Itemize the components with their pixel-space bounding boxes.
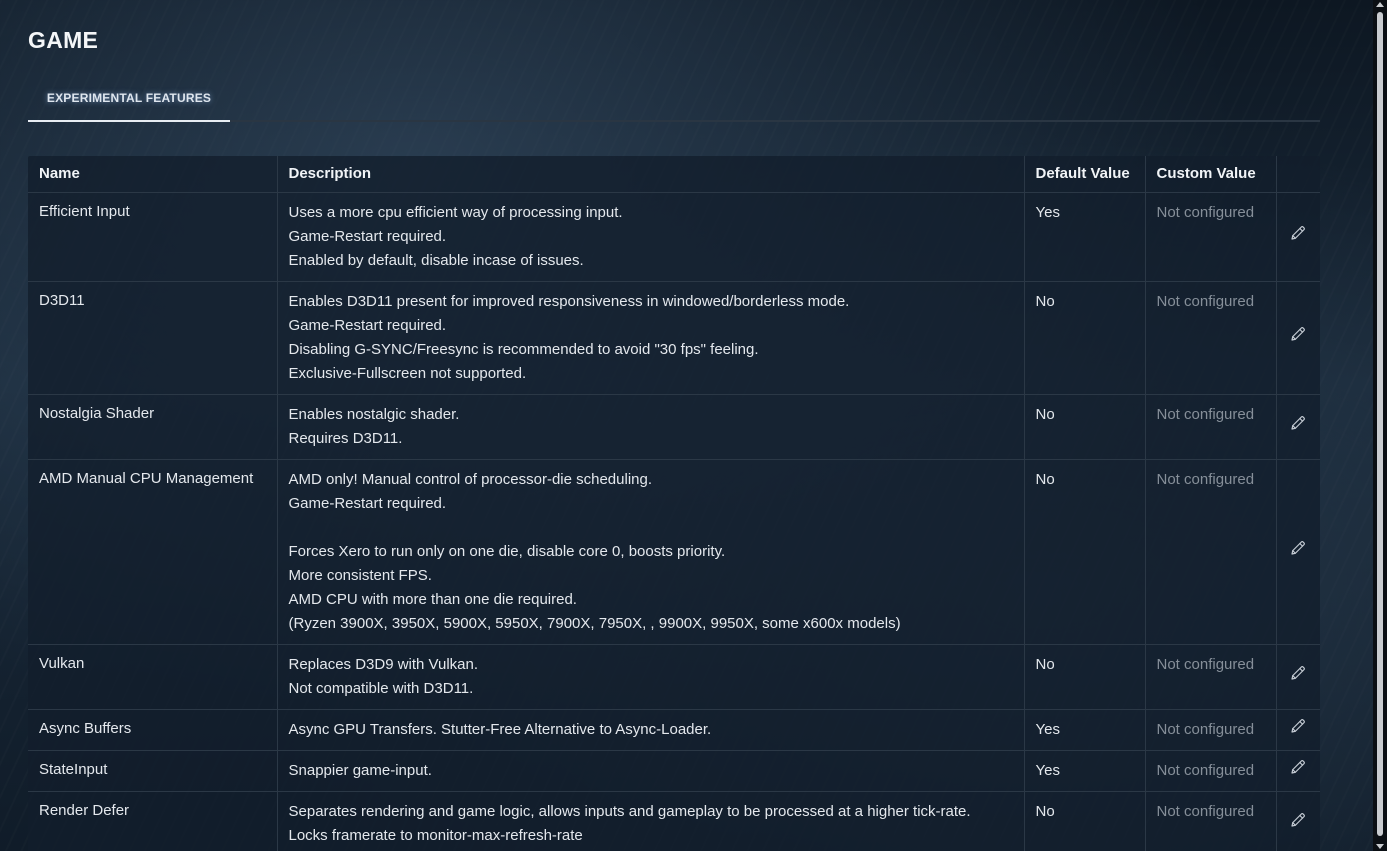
feature-name: D3D11 bbox=[28, 281, 278, 395]
feature-name: Nostalgia Shader bbox=[28, 394, 278, 460]
description-line: (Ryzen 3900X, 3950X, 5900X, 5950X, 7900X… bbox=[288, 615, 901, 632]
description-line: Enables D3D11 present for improved respo… bbox=[288, 293, 850, 310]
table-row: Render Defer Separates rendering and game… bbox=[28, 791, 1320, 851]
feature-name: Async Buffers bbox=[28, 709, 278, 751]
default-value: No bbox=[1024, 644, 1146, 710]
default-value: Yes bbox=[1024, 192, 1146, 282]
default-value: No bbox=[1024, 791, 1146, 851]
feature-description: Replaces D3D9 with Vulkan. Not compatible… bbox=[277, 644, 1025, 710]
tab-bar: EXPERIMENTAL FEATURES bbox=[28, 76, 1320, 122]
custom-value: Not configured bbox=[1145, 791, 1277, 851]
header-description: Description bbox=[277, 156, 1025, 193]
page-title: GAME bbox=[28, 27, 99, 53]
feature-description: Enables nostalgic shader. Requires D3D11. bbox=[277, 394, 1025, 460]
pencil-icon[interactable] bbox=[1289, 539, 1307, 557]
header-actions bbox=[1276, 156, 1320, 193]
edit-cell bbox=[1276, 281, 1320, 395]
edit-cell bbox=[1276, 459, 1320, 645]
custom-value: Not configured bbox=[1145, 281, 1277, 395]
edit-cell bbox=[1276, 394, 1320, 460]
table-row: Nostalgia Shader Enables nostalgic shader… bbox=[28, 394, 1320, 460]
description-line: Separates rendering and game logic, allo… bbox=[288, 803, 971, 820]
header-name: Name bbox=[28, 156, 278, 193]
custom-value: Not configured bbox=[1145, 644, 1277, 710]
feature-name: Efficient Input bbox=[28, 192, 278, 282]
features-table: Name Description Default Value Custom Va… bbox=[28, 156, 1320, 851]
pencil-icon[interactable] bbox=[1289, 325, 1307, 343]
table-row: Vulkan Replaces D3D9 with Vulkan. Not comp… bbox=[28, 644, 1320, 710]
custom-value: Not configured bbox=[1145, 192, 1277, 282]
description-line: AMD only! Manual control of processor-di… bbox=[288, 471, 653, 488]
feature-description: Snappier game-input. bbox=[277, 750, 1025, 792]
scroll-down-arrow-icon[interactable] bbox=[1376, 844, 1384, 849]
header-default-value: Default Value bbox=[1024, 156, 1146, 193]
edit-cell bbox=[1276, 750, 1320, 792]
feature-name: AMD Manual CPU Management bbox=[28, 459, 278, 645]
custom-value: Not configured bbox=[1145, 394, 1277, 460]
description-line: Async GPU Transfers. Stutter-Free Altern… bbox=[288, 721, 712, 738]
description-line: Locks framerate to monitor-max-refresh-r… bbox=[288, 827, 583, 844]
description-line: Exclusive-Fullscreen not supported. bbox=[288, 365, 527, 382]
custom-value: Not configured bbox=[1145, 459, 1277, 645]
description-line: Forces Xero to run only on one die, disa… bbox=[288, 543, 726, 560]
feature-description: Separates rendering and game logic, allo… bbox=[277, 791, 1025, 851]
description-line bbox=[289, 516, 1013, 540]
description-line: Uses a more cpu efficient way of process… bbox=[288, 204, 623, 221]
pencil-icon[interactable] bbox=[1289, 758, 1307, 776]
description-line: Not compatible with D3D11. bbox=[288, 680, 474, 697]
description-line: Game-Restart required. bbox=[288, 317, 447, 334]
header-custom-value: Custom Value bbox=[1145, 156, 1277, 193]
description-line: Enables nostalgic shader. bbox=[288, 406, 460, 423]
edit-cell bbox=[1276, 192, 1320, 282]
scrollbar-thumb[interactable] bbox=[1377, 12, 1383, 836]
default-value: No bbox=[1024, 281, 1146, 395]
pencil-icon[interactable] bbox=[1289, 414, 1307, 432]
description-line: Replaces D3D9 with Vulkan. bbox=[288, 656, 479, 673]
vertical-scrollbar[interactable] bbox=[1373, 0, 1387, 851]
description-line: Enabled by default, disable incase of is… bbox=[288, 252, 584, 269]
default-value: Yes bbox=[1024, 750, 1146, 792]
default-value: No bbox=[1024, 459, 1146, 645]
table-row: Efficient Input Uses a more cpu efficient… bbox=[28, 192, 1320, 282]
description-line: AMD CPU with more than one die required. bbox=[288, 591, 577, 608]
custom-value: Not configured bbox=[1145, 750, 1277, 792]
feature-name: Render Defer bbox=[28, 791, 278, 851]
description-line: Snappier game-input. bbox=[288, 762, 432, 779]
table-header-row: Name Description Default Value Custom Va… bbox=[28, 156, 1320, 193]
settings-page: GAME EXPERIMENTAL FEATURES Name Descript… bbox=[28, 0, 1320, 851]
feature-description: Async GPU Transfers. Stutter-Free Altern… bbox=[277, 709, 1025, 751]
description-line: More consistent FPS. bbox=[288, 567, 432, 584]
feature-name: Vulkan bbox=[28, 644, 278, 710]
pencil-icon[interactable] bbox=[1289, 811, 1307, 829]
edit-cell bbox=[1276, 644, 1320, 710]
description-line: Game-Restart required. bbox=[288, 495, 447, 512]
description-line: Requires D3D11. bbox=[288, 430, 403, 447]
pencil-icon[interactable] bbox=[1289, 664, 1307, 682]
default-value: No bbox=[1024, 394, 1146, 460]
pencil-icon[interactable] bbox=[1289, 717, 1307, 735]
features-table-container: Name Description Default Value Custom Va… bbox=[28, 156, 1320, 851]
edit-cell bbox=[1276, 709, 1320, 751]
table-row: D3D11 Enables D3D11 present for improved … bbox=[28, 281, 1320, 395]
scroll-up-arrow-icon[interactable] bbox=[1376, 2, 1384, 7]
edit-cell bbox=[1276, 792, 1320, 851]
feature-description: Uses a more cpu efficient way of process… bbox=[277, 192, 1025, 282]
table-row: AMD Manual CPU Management AMD only! Manua… bbox=[28, 459, 1320, 645]
feature-description: Enables D3D11 present for improved respo… bbox=[277, 281, 1025, 395]
description-line: Disabling G-SYNC/Freesync is recommended… bbox=[288, 341, 759, 358]
table-row: Async Buffers Async GPU Transfers. Stutte… bbox=[28, 709, 1320, 751]
tab-experimental-features[interactable]: EXPERIMENTAL FEATURES bbox=[28, 76, 230, 122]
description-line: Game-Restart required. bbox=[288, 228, 447, 245]
table-body: Efficient Input Uses a more cpu efficient… bbox=[28, 192, 1320, 851]
feature-description: AMD only! Manual control of processor-di… bbox=[277, 459, 1025, 645]
default-value: Yes bbox=[1024, 709, 1146, 751]
custom-value: Not configured bbox=[1145, 709, 1277, 751]
pencil-icon[interactable] bbox=[1289, 224, 1307, 242]
table-row: StateInput Snappier game-input. Yes Not con… bbox=[28, 750, 1320, 792]
feature-name: StateInput bbox=[28, 750, 278, 792]
